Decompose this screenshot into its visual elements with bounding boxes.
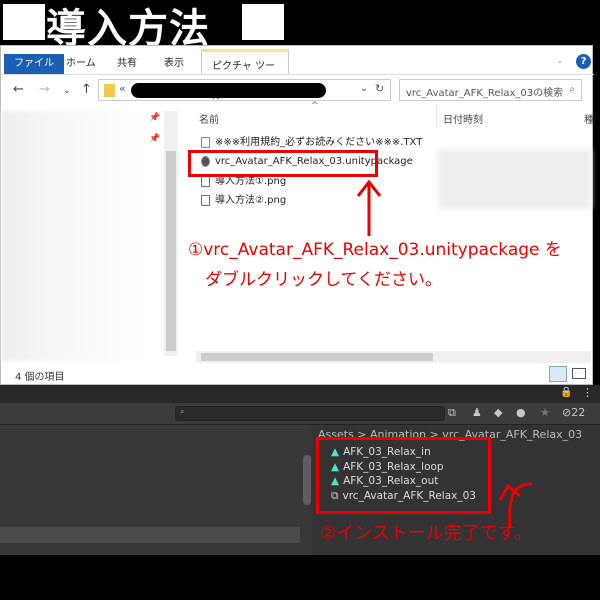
back-icon[interactable]: ← — [13, 82, 24, 97]
file-name: ※※※利用規約_必ずお読みください※※※.TXT — [215, 137, 423, 148]
search-icon: ⌕ — [569, 84, 575, 95]
sort-up-icon: ^ — [311, 101, 319, 111]
search-by-type-icon[interactable]: ⧉ — [448, 406, 456, 420]
search-input[interactable]: vrc_Avatar_AFK_Relax_03の検索 ⌕ — [399, 79, 582, 101]
ribbon-divider — [1, 74, 594, 75]
column-header-name[interactable]: 名前 — [199, 111, 219, 126]
file-row[interactable]: 導入方法②.png — [201, 193, 286, 209]
unity-search-input[interactable]: ⌕ — [175, 406, 445, 421]
status-item-count: 4 個の項目 — [15, 372, 65, 383]
ribbon-expand-icon[interactable]: ⌄ — [556, 56, 564, 66]
forward-icon[interactable]: → — [39, 82, 50, 97]
warning-icon[interactable]: ● — [516, 406, 526, 419]
more-menu-icon[interactable]: ⋮ — [582, 386, 593, 399]
hidden-count: 22 — [571, 406, 586, 419]
address-dropdown-icon[interactable]: ⌄ — [360, 83, 368, 94]
title-square-left — [3, 4, 45, 40]
column-header-date[interactable]: 日付時刻 — [443, 111, 483, 126]
label-icon[interactable]: ◆ — [494, 406, 502, 419]
image-file-icon — [201, 175, 210, 187]
unity-header-bar: 🔒 ⋮ — [0, 385, 600, 403]
navigation-pane-blurred — [1, 111, 146, 361]
hidden-packages-icon[interactable]: ⊘22 — [562, 406, 585, 419]
column-divider — [436, 104, 437, 126]
favorite-star-icon[interactable]: ★ — [540, 406, 550, 419]
search-icon: ⌕ — [180, 407, 185, 416]
tab-picture-tools[interactable]: ピクチャ ツール — [201, 49, 289, 102]
tab-file[interactable]: ファイル — [4, 54, 64, 74]
title-square-right — [242, 4, 284, 40]
file-row[interactable]: ※※※利用規約_必ずお読みください※※※.TXT — [201, 135, 422, 151]
filter-type-icon[interactable]: ♟ — [472, 406, 482, 419]
file-name: 導入方法①.png — [215, 176, 287, 187]
folder-icon — [104, 84, 115, 97]
title-banner: 導入方法 — [0, 0, 600, 52]
pin-icon: 📌 — [149, 134, 161, 144]
instruction-1-line2: ダブルクリックしてください。 — [205, 270, 442, 290]
large-icons-view-icon[interactable] — [572, 368, 586, 379]
instruction-1-line1: ①vrc_Avatar_AFK_Relax_03.unitypackage を — [188, 240, 562, 260]
unity-scrollbar-thumb[interactable] — [303, 455, 311, 505]
address-overflow[interactable]: « — [119, 82, 126, 95]
folder-tree-row[interactable] — [0, 527, 300, 543]
date-column-blurred — [438, 149, 591, 209]
address-bar[interactable]: « ⌄ ↻ — [98, 79, 391, 101]
lock-icon[interactable]: 🔒 — [560, 387, 572, 398]
up-icon[interactable]: ↑ — [81, 82, 92, 97]
instruction-2: ②インストール完了です。 — [320, 523, 532, 544]
arrow-up-annotation — [356, 179, 382, 236]
pin-icon: 📌 — [149, 113, 161, 123]
highlight-box-assets — [316, 437, 491, 514]
recent-dropdown-icon[interactable]: ⌄ — [63, 86, 71, 96]
file-explorer-window: ファイル ホーム 共有 表示 ピクチャ ツール ⌄ ? ← → ⌄ ↑ « ⌄ … — [0, 45, 594, 385]
tab-view[interactable]: 表示 — [154, 54, 194, 74]
help-icon[interactable]: ? — [576, 54, 591, 69]
text-file-icon — [201, 136, 210, 148]
column-header-type[interactable]: 種 — [584, 111, 594, 126]
horizontal-scrollbar-thumb[interactable] — [201, 353, 433, 361]
tab-share[interactable]: 共有 — [107, 54, 147, 74]
file-name: 導入方法②.png — [215, 195, 287, 206]
image-file-icon — [201, 194, 210, 206]
highlight-box-package — [188, 150, 378, 177]
details-view-icon[interactable] — [549, 366, 567, 382]
search-placeholder: vrc_Avatar_AFK_Relax_03の検索 — [406, 88, 564, 99]
redacted-path — [131, 83, 326, 98]
refresh-icon[interactable]: ↻ — [375, 82, 384, 95]
tab-home[interactable]: ホーム — [56, 54, 106, 74]
nav-scrollbar-thumb[interactable] — [166, 151, 176, 351]
unity-toolbar: ⌕ ⧉ ♟ ◆ ● ★ ⊘22 — [0, 403, 600, 425]
